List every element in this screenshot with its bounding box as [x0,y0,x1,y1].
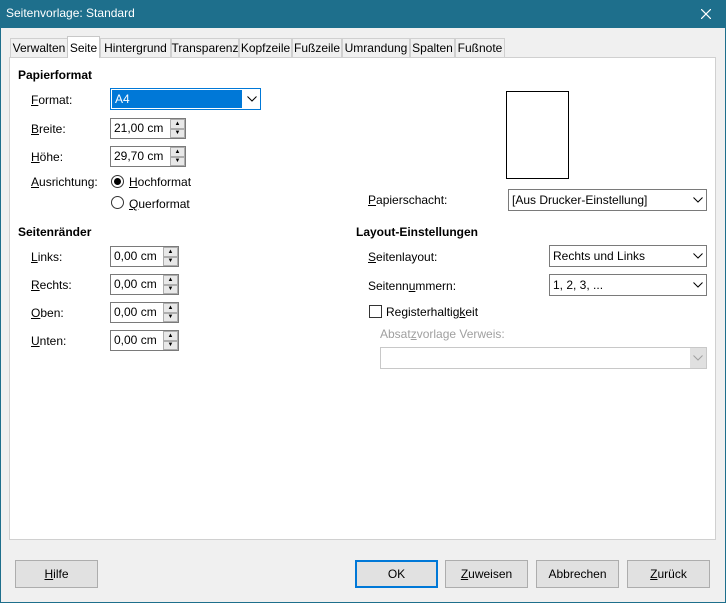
absatzvorlage-value [381,348,689,368]
breite-value: 21,00 cm [114,121,164,135]
tab-label: Kopfzeile [240,41,291,55]
papierschacht-label: Papierschacht: [368,193,448,207]
close-button[interactable] [686,0,726,28]
tab-spalten[interactable]: Spalten [410,38,455,57]
unten-label: Unten: [31,334,67,348]
abbrechen-button[interactable]: Abbrechen [536,560,619,588]
chevron-down-icon [689,275,706,295]
spin-up-icon[interactable]: ▲ [163,275,178,285]
tab-label: Umrandung [344,41,408,55]
seitenlayout-label: Seitenlayout: [368,250,438,264]
tab-label: Fußzeile [293,41,340,55]
tab-hintergrund[interactable]: Hintergrund [100,38,171,57]
rechts-value: 0,00 cm [114,277,157,291]
seitenlayout-select[interactable]: Rechts und Links [549,245,707,267]
tab-label: Hintergrund [104,41,167,55]
spin-down-icon[interactable]: ▼ [163,312,178,322]
chevron-down-icon [689,246,706,266]
seitennummern-value: 1, 2, 3, ... [553,278,604,292]
seitennummern-select[interactable]: 1, 2, 3, ... [549,274,707,296]
format-value: A4 [112,90,242,108]
spin-down-icon[interactable]: ▼ [170,156,185,166]
tab-label: Verwalten [12,41,66,55]
rechts-spinfield[interactable]: 0,00 cm ▲ ▼ [110,274,179,295]
format-select[interactable]: A4 [110,88,261,110]
links-spinfield[interactable]: 0,00 cm ▲ ▼ [110,246,179,267]
tab-fusszeile[interactable]: Fußzeile [292,38,342,57]
unten-spinfield[interactable]: 0,00 cm ▲ ▼ [110,330,179,351]
breite-spinfield[interactable]: 21,00 cm ▲ ▼ [110,118,186,139]
papierschacht-value: [Aus Drucker-Einstellung] [512,193,648,207]
window-title: Seitenvorlage: Standard [6,6,135,20]
unten-value: 0,00 cm [114,333,157,347]
hoehe-value: 29,70 cm [114,149,164,163]
querformat-radio[interactable] [111,196,124,209]
tab-label: Seite [69,40,98,55]
spin-up-icon[interactable]: ▲ [170,119,185,129]
tab-fussnote[interactable]: Fußnote [455,38,505,57]
spin-down-icon[interactable]: ▼ [163,256,178,266]
tab-label: Fußnote [457,41,503,55]
section-title-seitenraender: Seitenränder [18,225,92,239]
ok-button[interactable]: OK [355,560,438,588]
querformat-label[interactable]: Querformat [129,197,190,211]
section-title-layout: Layout-Einstellungen [356,225,479,239]
seitennummern-label: Seitennummern: [368,279,457,293]
hochformat-label[interactable]: Hochformat [129,175,191,189]
oben-label: Oben: [31,306,64,320]
spin-down-icon[interactable]: ▼ [163,340,178,350]
tab-verwalten[interactable]: Verwalten [10,38,68,57]
spin-up-icon[interactable]: ▲ [163,331,178,341]
spin-up-icon[interactable]: ▲ [170,147,185,157]
page-preview [506,91,569,179]
tab-umrandung[interactable]: Umrandung [342,38,410,57]
radio-selected-dot [114,178,121,185]
spin-down-icon[interactable]: ▼ [170,128,185,138]
links-value: 0,00 cm [114,249,157,263]
registerhaltigkeit-label[interactable]: Registerhaltigkeit [386,305,478,319]
breite-label: Breite: [31,122,66,136]
tab-transparenz[interactable]: Transparenz [171,38,239,57]
chevron-down-icon [243,89,260,109]
hoehe-label: Höhe: [31,150,64,164]
chevron-down-icon [689,190,706,210]
tab-seite[interactable]: Seite [67,36,100,58]
absatzvorlage-label: Absatzvorlage Verweis: [380,327,505,341]
spin-down-icon[interactable]: ▼ [163,284,178,294]
oben-value: 0,00 cm [114,305,157,319]
ausrichtung-label: Ausrichtung: [31,175,98,189]
spin-up-icon[interactable]: ▲ [163,303,178,313]
format-label: Format: [31,93,73,107]
chevron-down-icon [689,348,706,368]
zuweisen-button[interactable]: Zuweisen [445,560,528,588]
tab-label: Transparenz [171,41,239,55]
close-icon [701,9,711,19]
hochformat-radio[interactable] [111,175,124,188]
spin-up-icon[interactable]: ▲ [163,247,178,257]
papierschacht-select[interactable]: [Aus Drucker-Einstellung] [508,189,707,211]
section-title-papierformat: Papierformat [18,68,93,82]
rechts-label: Rechts: [31,278,72,292]
hilfe-button[interactable]: Hilfe [15,560,98,588]
absatzvorlage-select[interactable] [380,347,707,369]
seitenlayout-value: Rechts und Links [553,249,646,263]
links-label: Links: [31,250,63,264]
oben-spinfield[interactable]: 0,00 cm ▲ ▼ [110,302,179,323]
registerhaltigkeit-checkbox[interactable] [369,305,382,318]
tab-label: Spalten [412,41,453,55]
hoehe-spinfield[interactable]: 29,70 cm ▲ ▼ [110,146,186,167]
zurueck-button[interactable]: Zurück [627,560,710,588]
tab-kopfzeile[interactable]: Kopfzeile [239,38,292,57]
title-bar: Seitenvorlage: Standard [0,0,726,28]
